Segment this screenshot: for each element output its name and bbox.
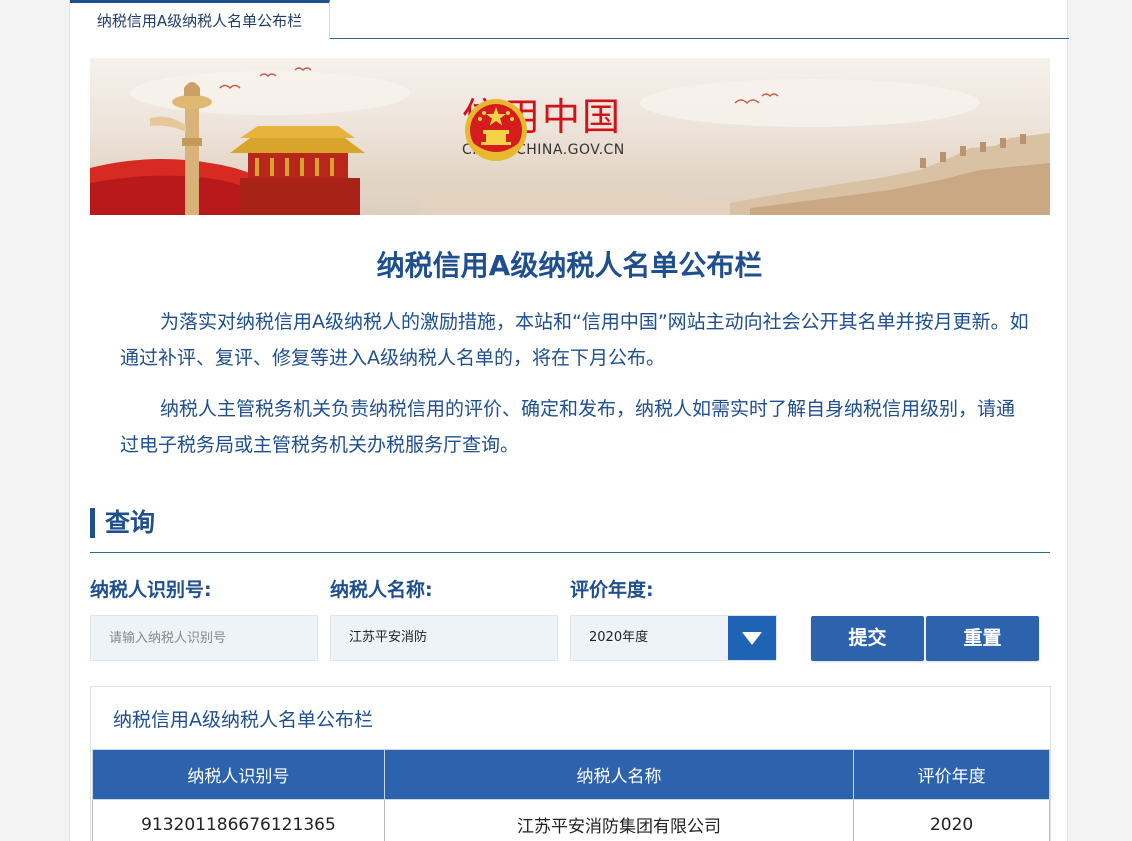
results-panel: 纳税信用A级纳税人名单公布栏 纳税人识别号 纳税人名称 评价年度 9132011…	[90, 686, 1051, 841]
dropdown-arrow-icon[interactable]	[728, 616, 776, 660]
evaluation-year-label: 评价年度:	[570, 579, 654, 601]
evaluation-year-value: 2020年度	[589, 630, 649, 645]
taxpayer-id-field	[90, 615, 318, 661]
taxpayer-id-input[interactable]	[109, 616, 317, 660]
taxpayer-name-field: 江苏平安消防	[330, 615, 558, 661]
page-container: 纳税信用A级纳税人名单公布栏 信用中国 CREDITCHINA.GOV.CN 纳…	[69, 0, 1069, 841]
column-header-evaluation-year: 评价年度	[853, 749, 1050, 800]
evaluation-year-select[interactable]: 2020年度	[570, 615, 777, 661]
page-title: 纳税信用A级纳税人名单公布栏	[376, 249, 763, 282]
tab-bar: 纳税信用A级纳税人名单公布栏	[70, 0, 1069, 41]
intro-paragraph-2: 纳税人主管税务机关负责纳税信用的评价、确定和发布，纳税人如需实时了解自身纳税信用…	[120, 398, 1016, 456]
submit-button[interactable]: 提交	[811, 616, 924, 661]
national-emblem-icon	[465, 99, 527, 161]
table-row: 913201186676121365 江苏平安消防集团有限公司 2020	[92, 799, 1050, 841]
taxpayer-name-input[interactable]: 江苏平安消防	[349, 630, 427, 645]
cell-evaluation-year: 2020	[853, 799, 1050, 841]
tab-a-level-list[interactable]: 纳税信用A级纳税人名单公布栏	[70, 0, 330, 41]
taxpayer-id-label: 纳税人识别号:	[90, 579, 212, 601]
credit-china-brand[interactable]: 信用中国 CREDITCHINA.GOV.CN	[462, 96, 625, 161]
cell-taxpayer-id: 913201186676121365	[92, 799, 385, 841]
results-panel-title: 纳税信用A级纳税人名单公布栏	[113, 709, 373, 731]
query-section-title: 查询	[90, 508, 155, 538]
credit-china-banner: 信用中国 CREDITCHINA.GOV.CN	[90, 58, 1050, 215]
results-table: 纳税人识别号 纳税人名称 评价年度 913201186676121365 江苏平…	[92, 749, 1050, 841]
column-header-taxpayer-id: 纳税人识别号	[92, 749, 385, 800]
cell-taxpayer-name: 江苏平安消防集团有限公司	[383, 799, 855, 841]
table-header-row: 纳税人识别号 纳税人名称 评价年度	[92, 749, 1050, 800]
column-header-taxpayer-name: 纳税人名称	[383, 749, 855, 800]
taxpayer-name-label: 纳税人名称:	[330, 579, 433, 601]
intro-paragraph-1: 为落实对纳税信用A级纳税人的激励措施，本站和“信用中国”网站主动向社会公开其名单…	[120, 311, 1029, 369]
reset-button[interactable]: 重置	[926, 616, 1039, 661]
section-divider	[90, 552, 1050, 553]
